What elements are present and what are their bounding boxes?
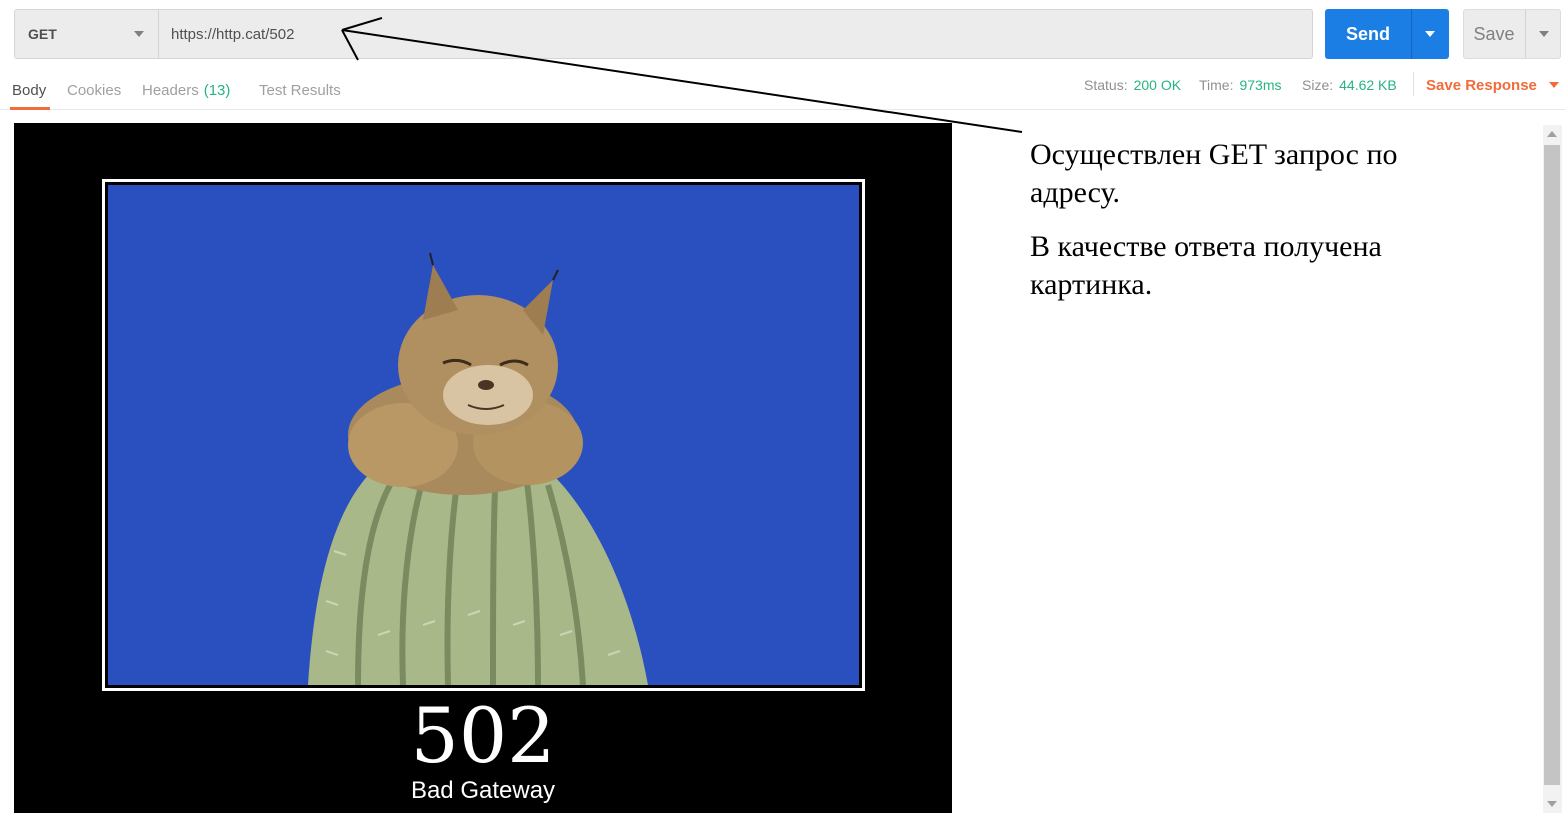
- method-select[interactable]: GET: [15, 10, 159, 58]
- save-response-label: Save Response: [1426, 76, 1537, 94]
- divider: [1413, 72, 1414, 96]
- tab-label: Headers: [142, 81, 199, 99]
- cat-on-cactus-photo: [108, 185, 859, 686]
- method-label: GET: [28, 26, 57, 42]
- time-label: Time:: [1199, 77, 1234, 93]
- vertical-scrollbar[interactable]: [1543, 125, 1562, 813]
- time-readout: Time: 973ms: [1199, 70, 1282, 100]
- photo-frame: [102, 179, 865, 691]
- response-image: 502 Bad Gateway: [14, 123, 952, 813]
- tab-test-results[interactable]: Test Results: [259, 70, 341, 110]
- tab-label: Test Results: [259, 81, 341, 99]
- tab-headers[interactable]: Headers (13): [142, 70, 230, 110]
- save-button-group: Save: [1463, 9, 1561, 59]
- send-button-group: Send: [1325, 9, 1449, 59]
- status-readout: Status: 200 OK: [1084, 70, 1181, 100]
- url-input[interactable]: https://http.cat/502: [171, 10, 1291, 58]
- save-response-button[interactable]: Save Response: [1426, 70, 1559, 100]
- chevron-down-icon: [1548, 82, 1559, 88]
- size-value[interactable]: 44.62 KB: [1339, 77, 1397, 93]
- annotation-note: Осуществлен GET запрос по адресу. В каче…: [1030, 136, 1450, 320]
- status-label: Status:: [1084, 77, 1128, 93]
- scroll-up-icon[interactable]: [1547, 131, 1557, 137]
- status-value[interactable]: 200 OK: [1134, 77, 1181, 93]
- time-value[interactable]: 973ms: [1239, 77, 1281, 93]
- chevron-down-icon: [1539, 31, 1549, 37]
- size-label: Size:: [1302, 77, 1334, 93]
- scroll-down-icon[interactable]: [1547, 801, 1557, 807]
- error-subtitle: Bad Gateway: [410, 777, 556, 804]
- send-button[interactable]: Send: [1325, 9, 1411, 59]
- headers-count: (13): [203, 81, 231, 99]
- tab-label: Cookies: [67, 81, 122, 99]
- chevron-down-icon: [1425, 31, 1435, 37]
- tab-body[interactable]: Body: [9, 70, 51, 110]
- size-readout: Size: 44.62 KB: [1302, 70, 1397, 100]
- tab-label: Body: [12, 81, 47, 99]
- error-code: 502: [410, 691, 556, 780]
- request-bar: GET https://http.cat/502: [14, 9, 1313, 59]
- save-options-button[interactable]: [1526, 10, 1560, 58]
- annotation-line-2: В качестве ответа получена картинка.: [1030, 230, 1382, 301]
- save-button[interactable]: Save: [1464, 10, 1524, 58]
- annotation-line-1: Осуществлен GET запрос по адресу.: [1030, 138, 1398, 209]
- chevron-down-icon: [134, 31, 144, 37]
- scroll-thumb[interactable]: [1544, 145, 1560, 785]
- send-options-button[interactable]: [1412, 9, 1449, 59]
- tab-cookies[interactable]: Cookies: [67, 70, 121, 110]
